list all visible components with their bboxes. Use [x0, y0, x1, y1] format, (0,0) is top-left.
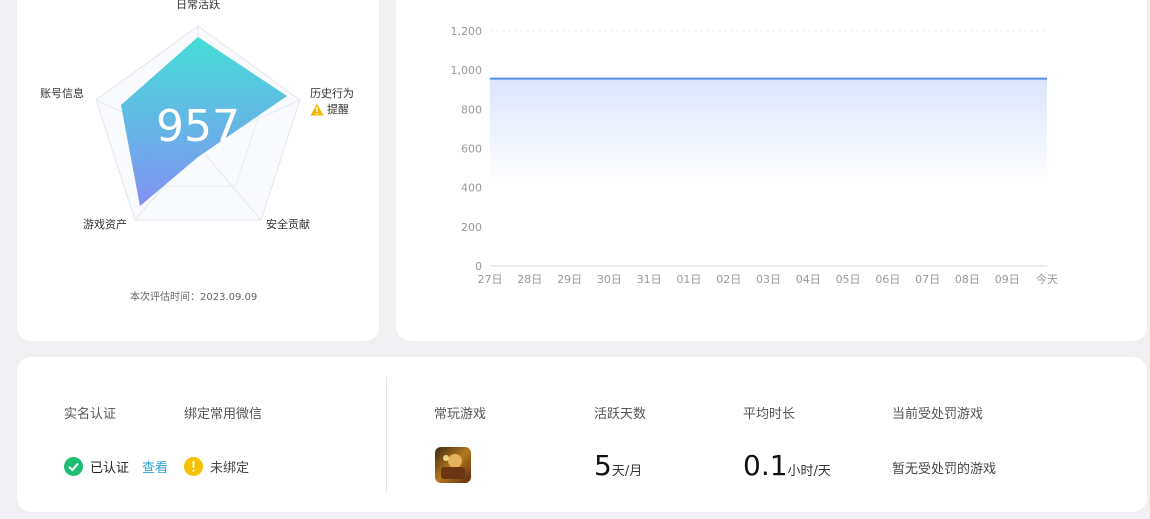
radar-label-account: 账号信息: [40, 87, 84, 100]
y-tick-label: 600: [461, 143, 482, 156]
x-tick-label: 30日: [597, 273, 622, 286]
x-tick-label: 08日: [955, 273, 980, 286]
x-tick-label: 06日: [875, 273, 900, 286]
punishment-header: 当前受处罚游戏: [892, 407, 984, 422]
x-tick-label: 05日: [836, 273, 861, 286]
radar-label-assets: 游戏资产: [83, 218, 127, 231]
exclamation-circle-icon: [184, 457, 203, 476]
active-days-value: 5: [594, 449, 612, 482]
credit-score: 957: [156, 101, 240, 152]
wechat-status-text: 未绑定: [210, 461, 250, 476]
evaluation-date: 本次评估时间：2023.09.09: [130, 292, 258, 303]
realname-status: 已认证 查看: [64, 457, 168, 476]
avg-duration-header: 平均时长: [743, 407, 796, 422]
wechat-status: 未绑定: [184, 457, 249, 476]
y-tick-label: 1,000: [451, 64, 483, 77]
x-tick-label: 07日: [915, 273, 940, 286]
punishment-value: 暂无受处罚的游戏: [892, 462, 997, 477]
games-header: 常玩游戏: [434, 407, 487, 422]
avg-duration: 0.1小时/天: [743, 449, 831, 482]
radar-label-history: 历史行为: [310, 87, 354, 100]
y-tick-label: 800: [461, 103, 482, 116]
reminder-label: 提醒: [327, 103, 349, 116]
realname-header: 实名认证: [64, 407, 117, 422]
history-reminder: 提醒: [310, 101, 349, 117]
radar-label-security: 安全贡献: [266, 218, 310, 231]
y-tick-label: 0: [475, 260, 482, 273]
x-tick-label: 09日: [995, 273, 1020, 286]
warning-triangle-icon: [310, 103, 324, 115]
x-tick-label: 04日: [796, 273, 821, 286]
section-divider: [386, 377, 387, 492]
x-tick-label: 01日: [676, 273, 701, 286]
check-circle-icon: [64, 457, 83, 476]
view-realname-link[interactable]: 查看: [142, 457, 168, 476]
x-tick-label: 29日: [557, 273, 582, 286]
active-days: 5天/月: [594, 449, 642, 482]
radar-label-daily-active: 日常活跃: [176, 0, 220, 11]
score-trend-chart: 0 200 400 600 800 1,000 1,200 27日 28日 29日 30日 31日 01…: [451, 25, 1059, 286]
avg-duration-value: 0.1: [743, 449, 788, 482]
y-tick-label: 200: [461, 221, 482, 234]
x-tick-label: 27日: [478, 273, 503, 286]
credit-score-card: 957 日常活跃 历史行为 提醒 安全贡献 游戏资产 账号信息 本次评估时间：2…: [17, 0, 379, 341]
realname-status-text: 已认证: [90, 461, 130, 476]
y-tick-label: 400: [461, 182, 482, 195]
account-info-card: 实名认证 绑定常用微信 已认证 查看 未绑定 常玩游戏 活跃天数 5天/月 平均…: [17, 357, 1147, 512]
x-tick-label: 02日: [716, 273, 741, 286]
wechat-header: 绑定常用微信: [184, 407, 263, 422]
avg-duration-unit: 小时/天: [787, 464, 831, 479]
series-area: [490, 78, 1047, 186]
x-tick-label: 31日: [637, 273, 662, 286]
score-trend-card: 0 200 400 600 800 1,000 1,200 27日 28日 29日 30日 31日 01…: [396, 0, 1147, 341]
x-tick-label: 03日: [756, 273, 781, 286]
active-days-header: 活跃天数: [594, 407, 647, 422]
y-tick-label: 1,200: [451, 25, 483, 38]
x-tick-label: 28日: [517, 273, 542, 286]
x-tick-label: 今天: [1036, 272, 1058, 286]
active-days-unit: 天/月: [611, 464, 643, 479]
game-icon[interactable]: [435, 447, 471, 483]
